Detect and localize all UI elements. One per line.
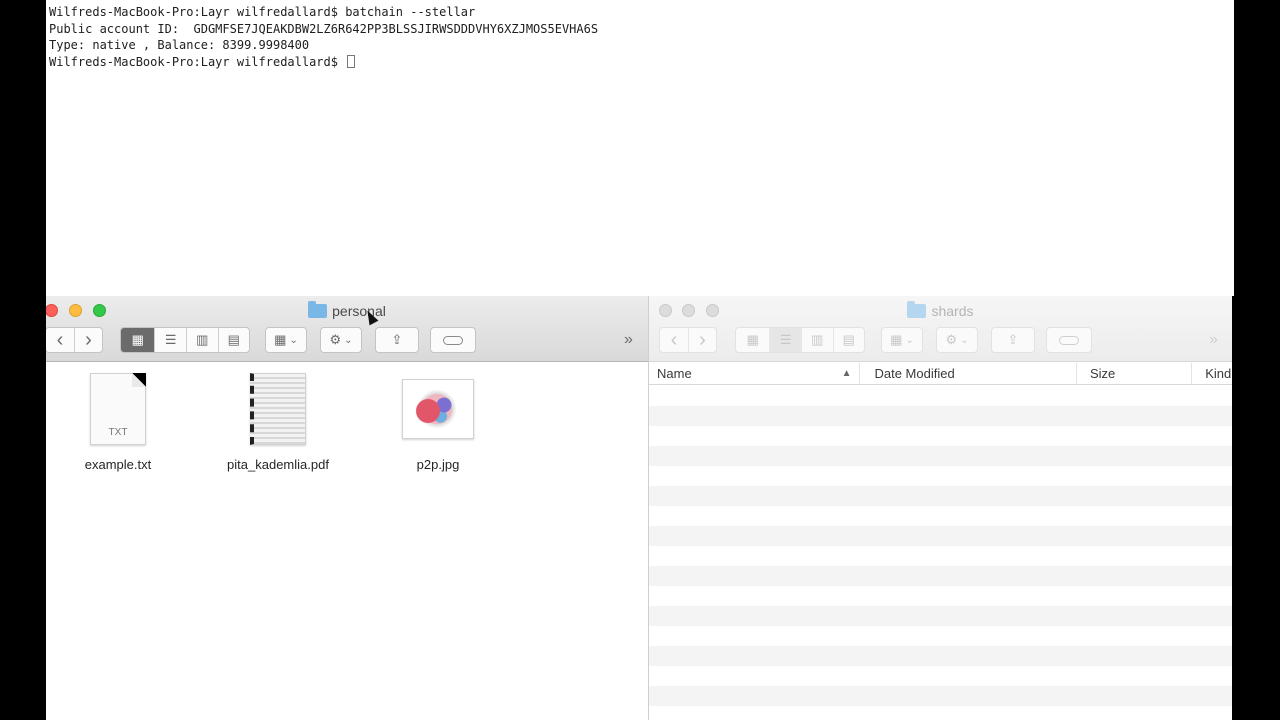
arrange-button[interactable]: ▦ ⌄ [881, 327, 923, 353]
file-item-p2p-jpg[interactable]: p2p.jpg [368, 373, 508, 472]
view-mode-control[interactable]: ▦ ☰ ▥ ▤ [120, 327, 250, 353]
terminal-line-account-id: Public account ID: GDGMFSE7JQEAKDBW2LZ6R… [49, 21, 599, 36]
finder-toolbar: ‹ › ▦ ☰ ▥ ▤ ▦ ⌄ ⚙ ⌄ ⇪ » [649, 327, 1232, 353]
chevron-right-icon: › [699, 328, 706, 351]
tags-button[interactable] [430, 327, 476, 353]
arrange-button[interactable]: ▦ ⌄ [265, 327, 307, 353]
back-forward-control[interactable]: ‹ › [659, 327, 717, 353]
window-title: personal [46, 301, 648, 320]
tags-button[interactable] [1046, 327, 1092, 353]
cover-flow-icon: ▤ [227, 332, 240, 347]
list-view-button[interactable]: ☰ [154, 328, 186, 352]
finder-window-personal[interactable]: personal ‹ › ▦ ☰ ▥ ▤ ▦ ⌄ ⚙ ⌄ ⇪ » TXT exa… [46, 296, 648, 720]
text-file-icon: TXT [90, 373, 146, 445]
view-mode-control[interactable]: ▦ ☰ ▥ ▤ [735, 327, 865, 353]
back-button[interactable]: ‹ [46, 328, 74, 352]
column-header-size[interactable]: Size [1077, 363, 1193, 384]
file-name: pita_kademlia.pdf [227, 457, 329, 472]
arrange-icon: ▦ [890, 332, 903, 347]
column-header-name[interactable]: Name ▲ [649, 363, 861, 384]
window-title-text: personal [332, 303, 386, 319]
file-item-example-txt[interactable]: TXT example.txt [48, 373, 188, 472]
window-title-text: shards [931, 303, 974, 319]
terminal-line-command: Wilfreds-MacBook-Pro:Layr wilfredallard$… [49, 5, 476, 19]
column-view-button[interactable]: ▥ [800, 328, 833, 352]
image-thumbnail [413, 389, 463, 429]
icon-view: TXT example.txt pita_kademlia.pdf p2p.jp… [46, 363, 648, 720]
chevron-down-icon: ⌄ [905, 334, 914, 346]
list-icon: ☰ [164, 332, 177, 347]
list-view: Name ▲ Date Modified Size Kind [649, 363, 1232, 720]
share-button[interactable]: ⇪ [375, 327, 419, 353]
grid-icon: ▦ [746, 332, 759, 347]
column-view-button[interactable]: ▥ [185, 328, 218, 352]
terminal-window[interactable]: Wilfreds-MacBook-Pro:Layr wilfredallard$… [46, 0, 1234, 296]
forward-button[interactable]: › [687, 328, 716, 352]
arrange-icon: ▦ [274, 332, 287, 347]
empty-list-rows [649, 386, 1232, 720]
file-name: p2p.jpg [416, 457, 460, 472]
finder-titlebar[interactable]: shards ‹ › ▦ ☰ ▥ ▤ ▦ ⌄ ⚙ ⌄ ⇪ » [649, 296, 1232, 362]
tag-icon [443, 335, 463, 345]
finder-window-shards[interactable]: shards ‹ › ▦ ☰ ▥ ▤ ▦ ⌄ ⚙ ⌄ ⇪ » Name ▲ Da… [648, 296, 1232, 720]
file-type-label: TXT [108, 427, 128, 438]
terminal-cursor [347, 54, 356, 68]
list-view-button[interactable]: ☰ [769, 328, 801, 352]
pdf-file-icon [250, 373, 306, 445]
tag-icon [1059, 335, 1079, 345]
finder-titlebar[interactable]: personal ‹ › ▦ ☰ ▥ ▤ ▦ ⌄ ⚙ ⌄ ⇪ » [46, 296, 648, 362]
cover-flow-icon: ▤ [842, 332, 855, 347]
back-button[interactable]: ‹ [660, 328, 688, 352]
window-title: shards [649, 301, 1232, 320]
file-item-pita-kademlia-pdf[interactable]: pita_kademlia.pdf [208, 373, 348, 472]
back-forward-control[interactable]: ‹ › [46, 327, 103, 353]
share-button[interactable]: ⇪ [991, 327, 1035, 353]
toolbar-overflow-button[interactable]: » [1209, 331, 1218, 349]
forward-button[interactable]: › [73, 328, 102, 352]
action-button[interactable]: ⚙ ⌄ [320, 327, 362, 353]
terminal-prompt: Wilfreds-MacBook-Pro:Layr wilfredallard$ [49, 54, 346, 69]
column-header-kind[interactable]: Kind [1192, 363, 1232, 384]
list-header: Name ▲ Date Modified Size Kind [649, 363, 1232, 385]
icon-view-button[interactable]: ▦ [121, 328, 155, 352]
share-icon: ⇪ [1007, 332, 1019, 347]
columns-icon: ▥ [196, 332, 209, 347]
list-icon: ☰ [779, 332, 792, 347]
file-name: example.txt [84, 457, 152, 472]
desktop: Wilfreds-MacBook-Pro:Layr wilfredallard$… [0, 0, 1280, 720]
terminal-line-balance: Type: native , Balance: 8399.9998400 [49, 38, 310, 52]
columns-icon: ▥ [811, 332, 824, 347]
folder-icon [308, 301, 328, 318]
grid-icon: ▦ [131, 332, 144, 347]
cover-flow-button[interactable]: ▤ [217, 328, 250, 352]
terminal-prompt-line[interactable]: Wilfreds-MacBook-Pro:Layr wilfredallard$ [49, 54, 1234, 71]
share-icon: ⇪ [391, 332, 403, 347]
chevron-left-icon: ‹ [670, 328, 678, 351]
sort-ascending-icon: ▲ [841, 368, 852, 379]
action-button[interactable]: ⚙ ⌄ [936, 327, 978, 353]
chevron-down-icon: ⌄ [289, 334, 298, 346]
chevron-right-icon: › [85, 328, 92, 351]
finder-toolbar: ‹ › ▦ ☰ ▥ ▤ ▦ ⌄ ⚙ ⌄ ⇪ » [46, 327, 648, 353]
icon-view-button[interactable]: ▦ [736, 328, 769, 352]
cover-flow-button[interactable]: ▤ [832, 328, 865, 352]
image-file-icon [402, 379, 474, 439]
gear-icon: ⚙ [329, 332, 342, 347]
chevron-left-icon: ‹ [56, 328, 64, 351]
chevron-down-icon: ⌄ [960, 334, 969, 346]
chevron-down-icon: ⌄ [344, 334, 353, 346]
folder-icon [907, 301, 927, 318]
toolbar-overflow-button[interactable]: » [624, 331, 633, 349]
column-header-date-modified[interactable]: Date Modified [860, 363, 1077, 384]
gear-icon: ⚙ [945, 332, 958, 347]
